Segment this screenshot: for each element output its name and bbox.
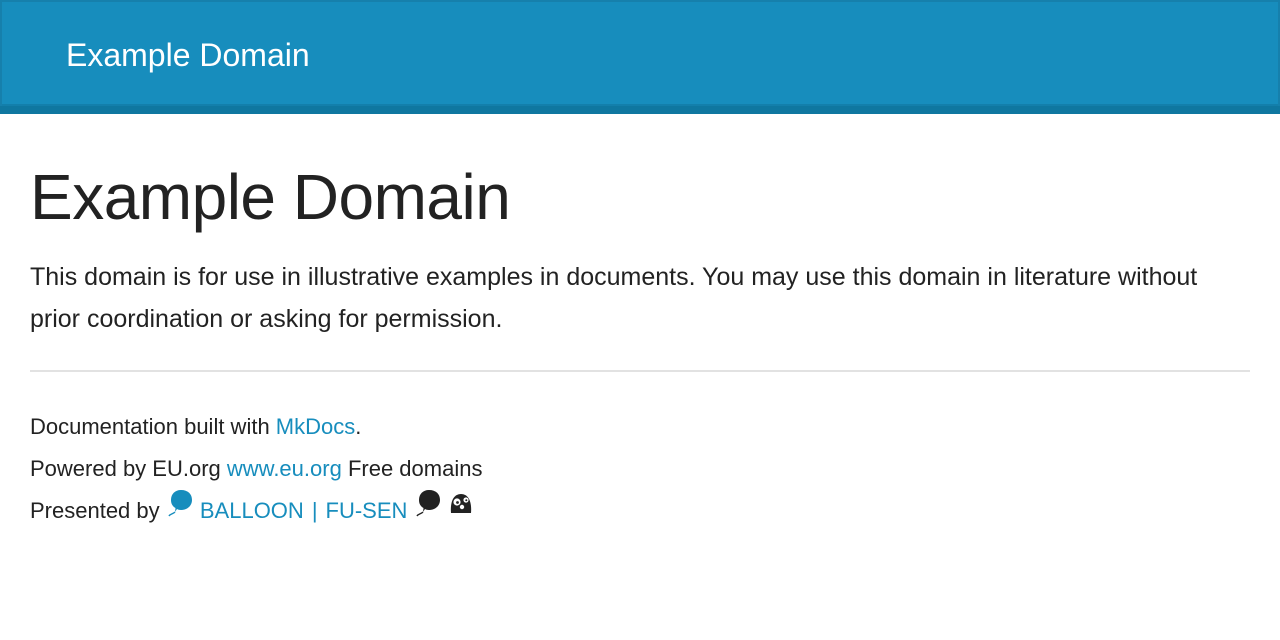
balloon-link[interactable]: BALLOON: [166, 490, 304, 523]
balloon-label: BALLOON: [199, 498, 304, 523]
intro-paragraph: This domain is for use in illustrative e…: [30, 263, 1198, 333]
powered-suffix: Free domains: [341, 456, 483, 481]
footer-built-with: Documentation built with MkDocs.: [30, 406, 1250, 448]
eu-org-link[interactable]: www.eu.org: [227, 456, 342, 481]
balloon-icon: [166, 488, 194, 532]
powered-prefix: Powered by EU.org: [30, 456, 227, 481]
built-prefix: Documentation built with: [30, 414, 276, 439]
fusen-link[interactable]: FU-SEN: [326, 498, 408, 523]
mkdocs-link[interactable]: MkDocs: [276, 414, 355, 439]
separator: |: [311, 498, 318, 523]
footer-powered-by: Powered by EU.org www.eu.org Free domain…: [30, 448, 1250, 490]
presented-prefix: Presented by: [30, 498, 166, 523]
site-name-link[interactable]: Example Domain: [66, 35, 310, 75]
built-suffix: .: [355, 414, 362, 439]
main-content: Example Domain This domain is for use in…: [30, 158, 1250, 340]
footer-presented-by: Presented by BALLOON | FU-SEN: [30, 490, 1250, 532]
footer: Documentation built with MkDocs. Powered…: [30, 406, 1250, 532]
page-title: Example Domain: [30, 161, 511, 233]
balloon-dark-icon: [414, 488, 442, 532]
navbar-inner: Example Domain: [0, 0, 1280, 106]
divider: [30, 370, 1250, 372]
mascot-icon: [448, 489, 474, 531]
navbar: Example Domain: [0, 0, 1280, 114]
